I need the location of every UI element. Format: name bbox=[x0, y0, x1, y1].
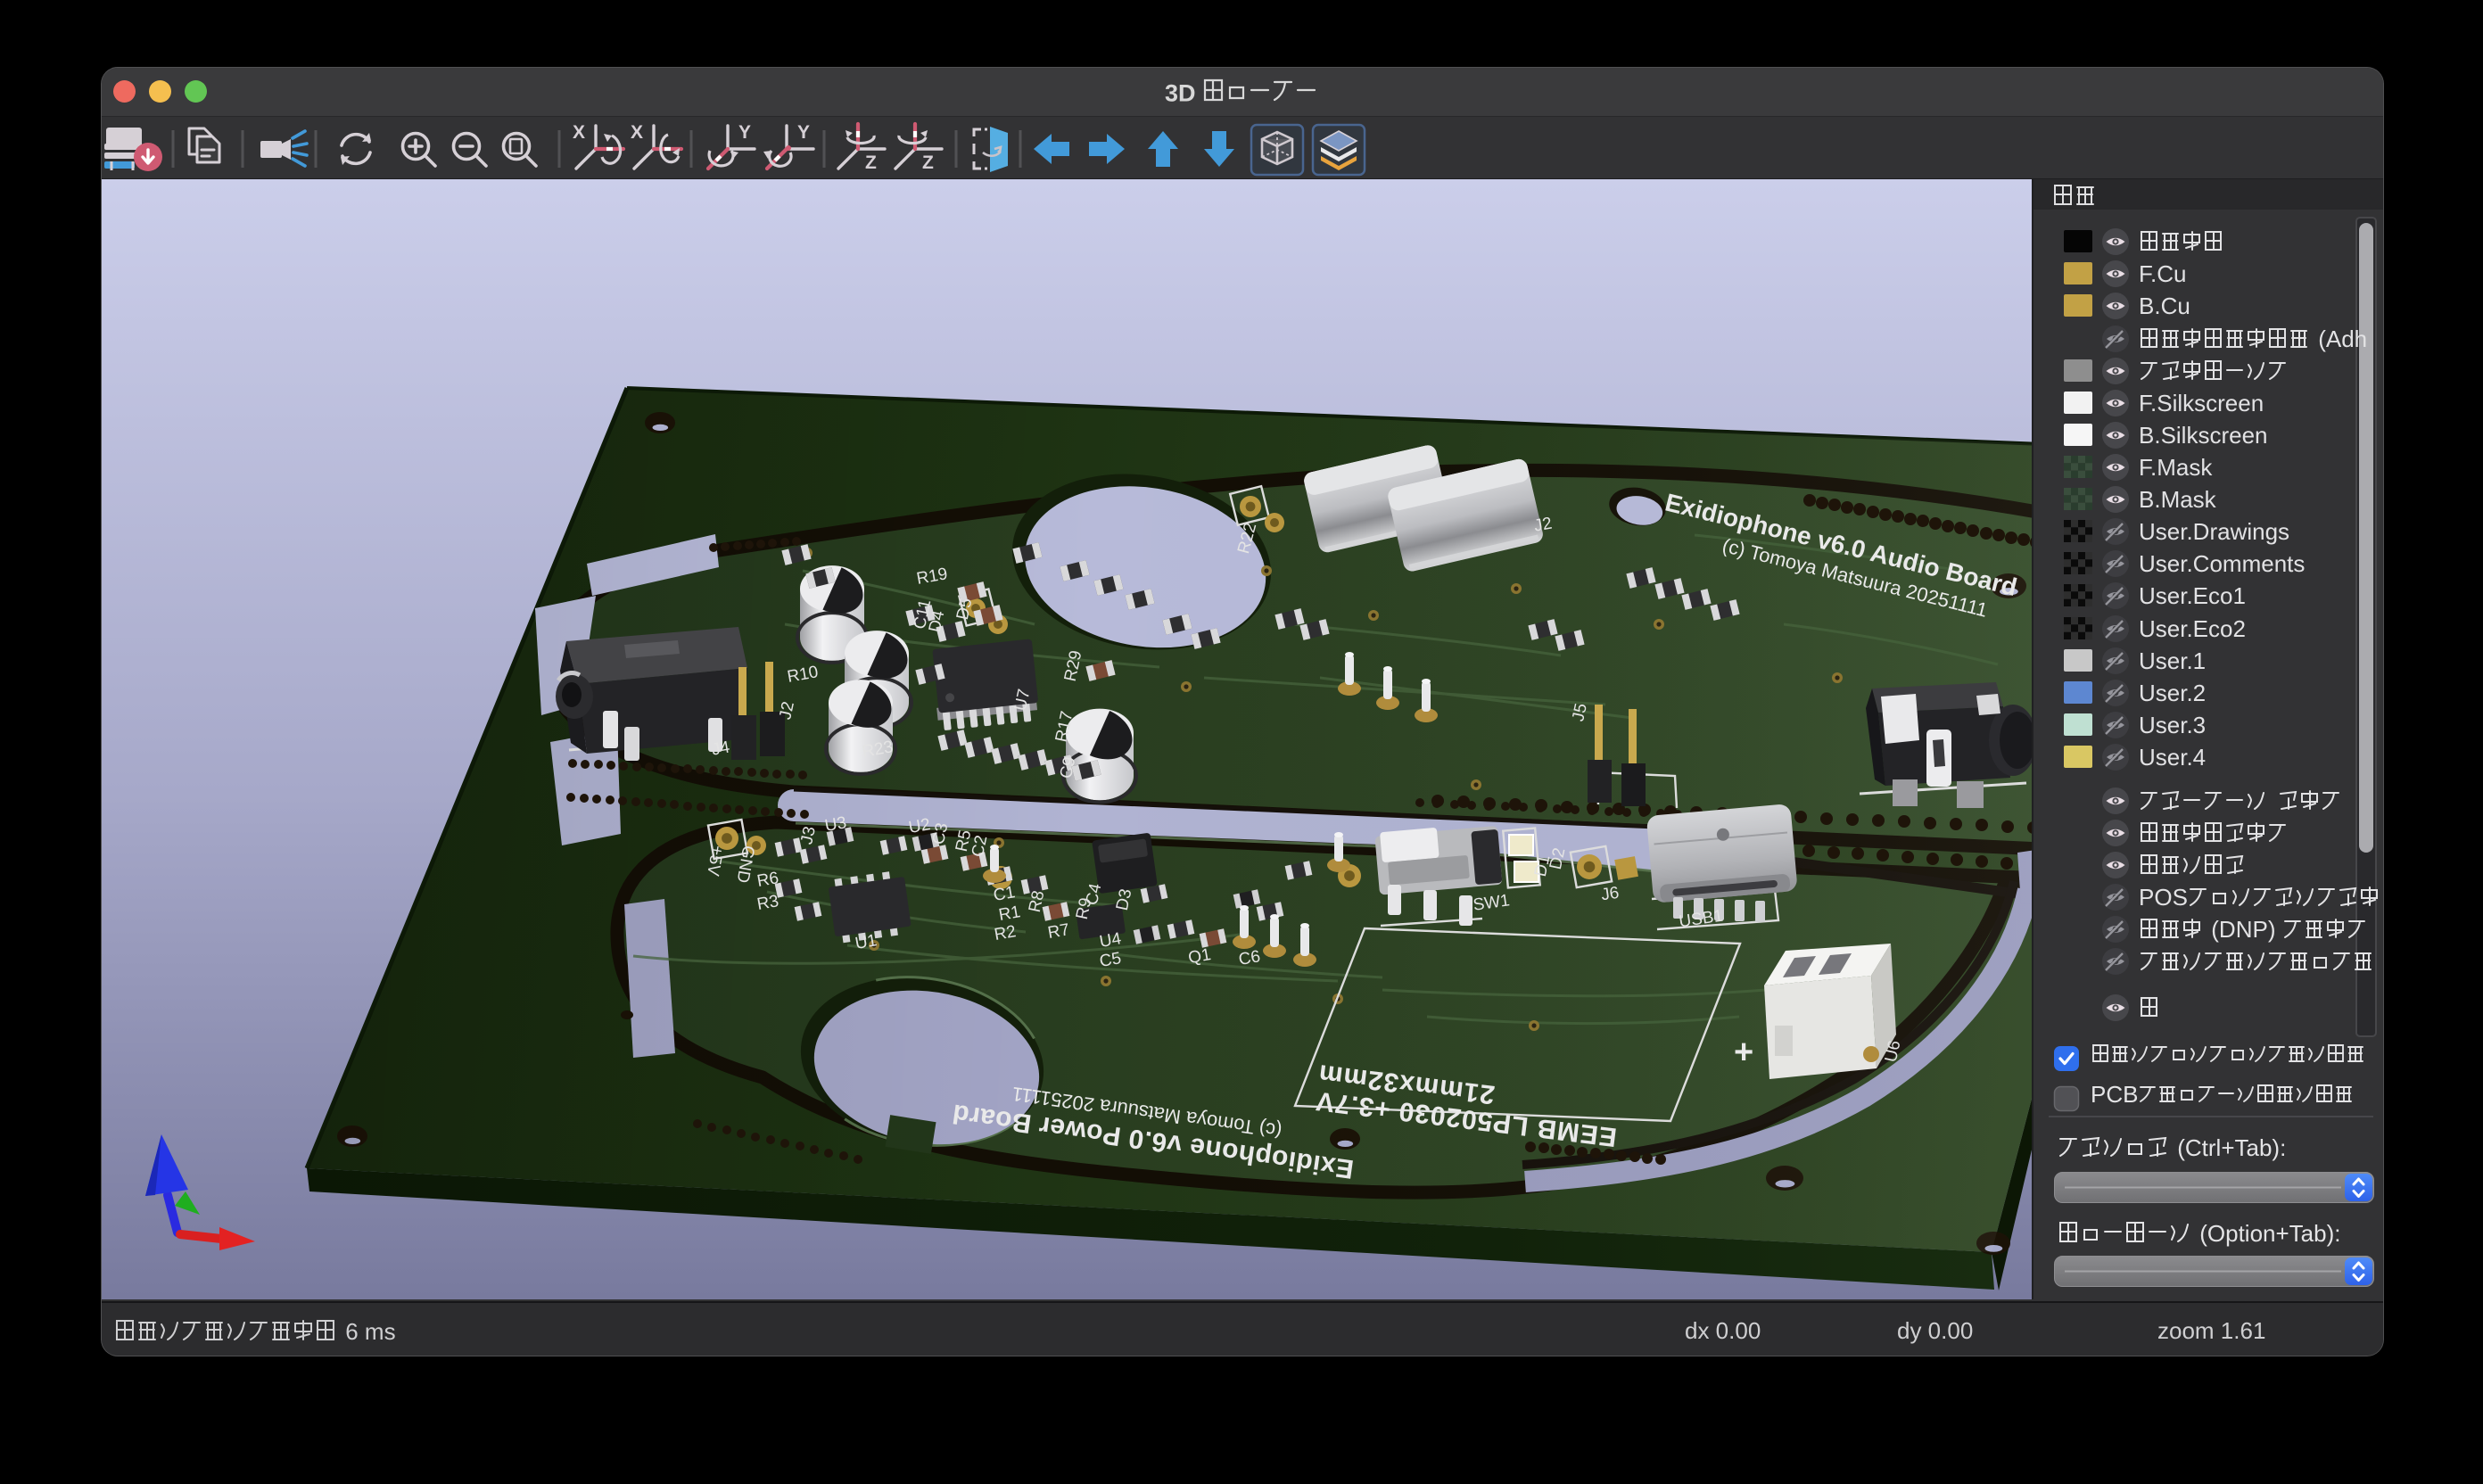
svg-text:Z: Z bbox=[865, 153, 877, 173]
svg-text:+: + bbox=[1734, 1034, 1753, 1071]
svg-text:Z: Z bbox=[922, 153, 934, 173]
svg-text:X: X bbox=[631, 122, 643, 143]
svg-text:R1: R1 bbox=[997, 903, 1022, 925]
svg-text:C5: C5 bbox=[1098, 949, 1123, 971]
svg-text:U3: U3 bbox=[823, 813, 848, 836]
svg-text:J2: J2 bbox=[776, 700, 798, 721]
svg-text:J6: J6 bbox=[1600, 884, 1621, 905]
svg-text:Y: Y bbox=[797, 122, 810, 143]
svg-text:Y: Y bbox=[738, 122, 751, 143]
svg-text:X: X bbox=[573, 122, 585, 143]
svg-text:R3: R3 bbox=[755, 892, 780, 914]
svg-text:C6: C6 bbox=[1237, 947, 1262, 969]
svg-text:U4: U4 bbox=[1098, 929, 1123, 952]
svg-text:U1: U1 bbox=[854, 931, 879, 953]
svg-text:J2: J2 bbox=[1532, 514, 1553, 535]
svg-text:Q1: Q1 bbox=[1187, 945, 1213, 968]
svg-text:J3: J3 bbox=[797, 825, 820, 846]
svg-text:J4: J4 bbox=[710, 738, 731, 759]
svg-text:C1: C1 bbox=[992, 883, 1017, 905]
svg-text:R7: R7 bbox=[1046, 920, 1071, 943]
svg-text:R6: R6 bbox=[755, 869, 780, 891]
svg-text:U2: U2 bbox=[907, 815, 932, 837]
svg-text:J5: J5 bbox=[1569, 702, 1591, 723]
svg-text:R2: R2 bbox=[993, 922, 1018, 944]
